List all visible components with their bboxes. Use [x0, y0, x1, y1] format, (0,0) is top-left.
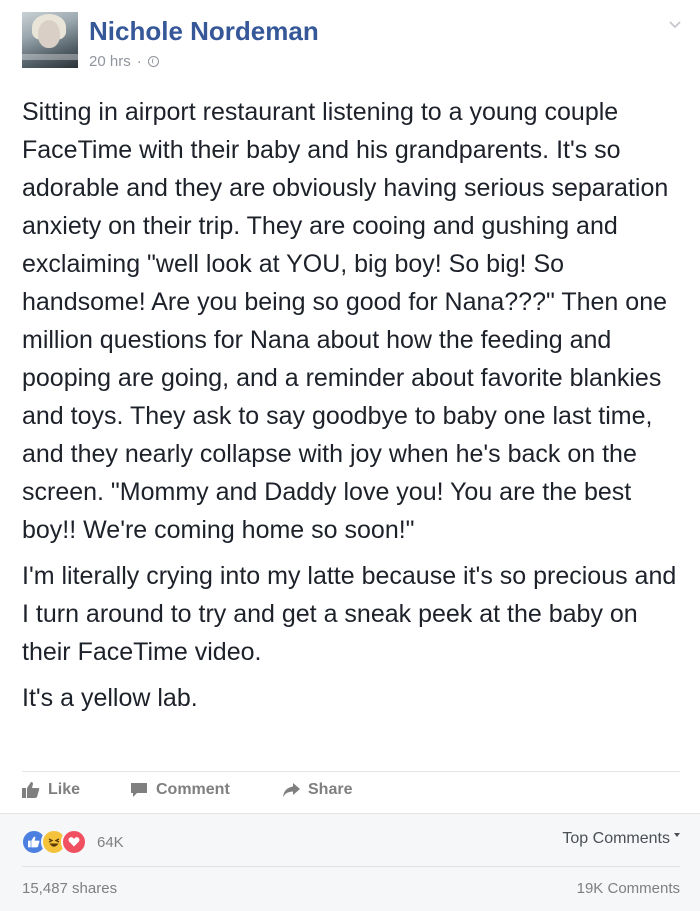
share-button[interactable]: Share: [282, 781, 352, 799]
love-reaction-icon: [61, 829, 87, 855]
share-arrow-icon: [283, 783, 300, 797]
reaction-summary[interactable]: 64K: [21, 829, 124, 855]
avatar[interactable]: [22, 12, 78, 68]
shares-count[interactable]: 15,487 shares: [22, 880, 117, 897]
comment-label: Comment: [156, 781, 230, 798]
globe-icon[interactable]: [147, 56, 159, 67]
like-button[interactable]: Like: [22, 781, 80, 799]
post-meta: 20 hrs ·: [89, 53, 159, 70]
reaction-count: 64K: [97, 833, 124, 851]
author-name[interactable]: Nichole Nordeman: [89, 16, 319, 47]
facebook-post: Nichole Nordeman 20 hrs · Sitting in air…: [0, 0, 700, 911]
comments-count[interactable]: 19K Comments: [577, 880, 680, 897]
timestamp[interactable]: 20 hrs: [89, 53, 131, 70]
avatar-face: [38, 20, 60, 48]
share-label: Share: [308, 781, 353, 798]
post-body: Sitting in airport restaurant listening …: [22, 93, 682, 725]
meta-separator: ·: [136, 53, 142, 70]
avatar-strip: [22, 54, 78, 60]
comment-button[interactable]: Comment: [130, 781, 230, 799]
post-paragraph: It's a yellow lab.: [22, 684, 198, 712]
divider: [22, 866, 680, 867]
speech-bubble-icon: [131, 783, 147, 797]
divider: [22, 771, 680, 772]
like-label: Like: [48, 781, 81, 798]
post-paragraph: I'm literally crying into my latte becau…: [22, 562, 677, 666]
post-paragraph: Sitting in airport restaurant listening …: [22, 98, 669, 544]
caret-down-icon: [674, 833, 680, 837]
top-comments-label: Top Comments: [562, 830, 670, 847]
top-comments-dropdown[interactable]: Top Comments: [562, 830, 680, 848]
post-header: Nichole Nordeman 20 hrs ·: [22, 12, 682, 72]
chevron-down-icon[interactable]: [668, 18, 682, 32]
thumbs-up-icon: [22, 782, 40, 798]
